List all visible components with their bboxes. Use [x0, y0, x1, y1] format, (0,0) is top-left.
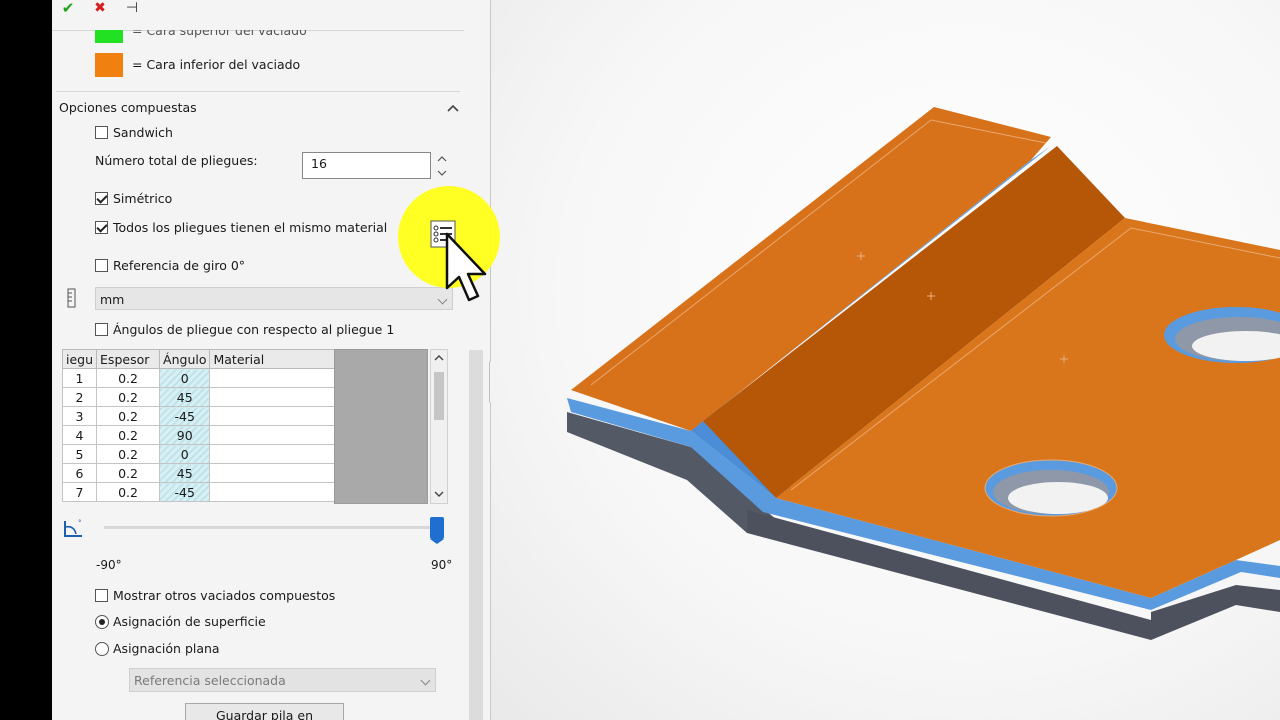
slider-max-label: 90°: [431, 558, 453, 572]
save-stack-button[interactable]: Guardar pila en archivo...: [185, 703, 344, 720]
table-row[interactable]: 7 0.2 -45: [61, 482, 338, 502]
svg-text:°: °: [78, 519, 82, 527]
scroll-up-icon[interactable]: [434, 354, 444, 362]
ply-material[interactable]: [209, 425, 338, 445]
pin-icon[interactable]: ⊣: [121, 0, 143, 16]
material-preview-area: [334, 349, 428, 504]
symmetric-checkbox[interactable]: [95, 192, 108, 205]
mouse-cursor-icon: [445, 232, 493, 304]
panel-scrollbar[interactable]: [464, 30, 490, 720]
panel-header: ✔ ✖ ⊣: [52, 0, 490, 31]
angle-slider-track[interactable]: [104, 526, 438, 529]
graphics-viewport[interactable]: [491, 0, 1280, 720]
ply-number: 6: [61, 463, 98, 483]
surface-mapping-radio[interactable]: [95, 615, 109, 629]
ply-material[interactable]: [209, 368, 338, 388]
ply-number: 1: [61, 368, 98, 388]
table-row[interactable]: 3 0.2 -45: [61, 406, 338, 426]
show-others-label: Mostrar otros vaciados compuestos: [113, 588, 336, 603]
table-row[interactable]: 6 0.2 45: [61, 463, 338, 483]
reference-dropdown[interactable]: Referencia seleccionada: [129, 668, 436, 692]
ply-thickness[interactable]: 0.2: [96, 463, 161, 483]
table-scroll-thumb[interactable]: [434, 372, 444, 420]
table-row[interactable]: 2 0.2 45: [61, 387, 338, 407]
reference-placeholder: Referencia seleccionada: [134, 673, 286, 688]
ok-check-icon[interactable]: ✔: [57, 0, 79, 17]
ruler-icon: [66, 288, 78, 308]
angle-slider-thumb[interactable]: [430, 517, 444, 544]
header-ply[interactable]: iegu: [61, 349, 98, 369]
angles-relative-label: Ángulos de pliegue con respecto al plieg…: [113, 322, 395, 337]
units-dropdown[interactable]: mm: [95, 287, 453, 310]
same-material-label: Todos los pliegues tienen el mismo mater…: [113, 220, 388, 235]
angles-relative-checkbox[interactable]: [95, 323, 108, 336]
composite-section-title[interactable]: Opciones compuestas: [59, 100, 197, 115]
header-angle[interactable]: Ángulo: [159, 349, 211, 369]
ply-number: 3: [61, 406, 98, 426]
ply-number: 2: [61, 387, 98, 407]
section-divider: [56, 91, 460, 92]
table-row[interactable]: 4 0.2 90: [61, 425, 338, 445]
property-manager-panel: ✔ ✖ ⊣ = Cara superior del vaciado = Cara…: [52, 0, 491, 720]
panel-scroll-thumb[interactable]: [469, 350, 483, 720]
dropdown-arrow-icon: [420, 675, 431, 686]
ply-number: 4: [61, 425, 98, 445]
ply-number: 7: [61, 482, 98, 502]
symmetric-label: Simétrico: [113, 191, 173, 206]
plies-table[interactable]: iegu Espesor Ángulo Material 1 0.2 0 2 0.2 4…: [61, 349, 338, 502]
header-material[interactable]: Material: [209, 349, 338, 369]
ply-number: 5: [61, 444, 98, 464]
flat-mapping-radio[interactable]: [95, 642, 109, 656]
total-plies-input[interactable]: 16: [302, 152, 431, 179]
ply-angle[interactable]: 90: [159, 425, 211, 445]
plies-spinner-icon[interactable]: [437, 154, 447, 178]
ply-material[interactable]: [209, 406, 338, 426]
ply-thickness[interactable]: 0.2: [96, 425, 161, 445]
ply-material[interactable]: [209, 444, 338, 464]
flat-mapping-label: Asignación plana: [113, 641, 220, 656]
header-thickness[interactable]: Espesor: [96, 349, 161, 369]
total-plies-label: Número total de pliegues:: [95, 153, 258, 168]
table-scrollbar[interactable]: [430, 349, 448, 504]
ply-angle[interactable]: 45: [159, 463, 211, 483]
bottom-face-color-swatch: [95, 53, 123, 77]
ply-material[interactable]: [209, 387, 338, 407]
units-value: mm: [100, 292, 125, 307]
composite-part-model[interactable]: [491, 0, 1280, 720]
slider-min-label: -90°: [96, 558, 122, 572]
ply-angle[interactable]: 0: [159, 368, 211, 388]
ply-thickness[interactable]: 0.2: [96, 387, 161, 407]
cancel-x-icon[interactable]: ✖: [89, 0, 111, 16]
scroll-down-icon[interactable]: [434, 490, 444, 498]
rotation-reference-checkbox[interactable]: [95, 259, 108, 272]
ply-angle[interactable]: 0: [159, 444, 211, 464]
surface-mapping-label: Asignación de superficie: [113, 614, 266, 629]
ply-angle[interactable]: -45: [159, 406, 211, 426]
sandwich-label: Sandwich: [113, 125, 173, 140]
ply-thickness[interactable]: 0.2: [96, 368, 161, 388]
table-row[interactable]: 5 0.2 0: [61, 444, 338, 464]
ply-thickness[interactable]: 0.2: [96, 444, 161, 464]
show-others-checkbox[interactable]: [95, 589, 108, 602]
section-collapse-chevron-icon[interactable]: [447, 101, 459, 112]
ply-angle[interactable]: 45: [159, 387, 211, 407]
ply-thickness[interactable]: 0.2: [96, 482, 161, 502]
table-row[interactable]: 1 0.2 0: [61, 368, 338, 388]
table-header-row: iegu Espesor Ángulo Material: [61, 349, 338, 369]
bottom-face-label: = Cara inferior del vaciado: [132, 57, 301, 72]
ply-material[interactable]: [209, 482, 338, 502]
sandwich-checkbox[interactable]: [95, 126, 108, 139]
rotation-reference-label: Referencia de giro 0°: [113, 258, 246, 273]
ply-angle[interactable]: -45: [159, 482, 211, 502]
ply-material[interactable]: [209, 463, 338, 483]
top-face-color-swatch: [95, 30, 123, 43]
ply-thickness[interactable]: 0.2: [96, 406, 161, 426]
left-toolbar-strip: [0, 0, 52, 720]
same-material-checkbox[interactable]: [95, 221, 108, 234]
angle-rotate-icon: °: [62, 517, 86, 539]
